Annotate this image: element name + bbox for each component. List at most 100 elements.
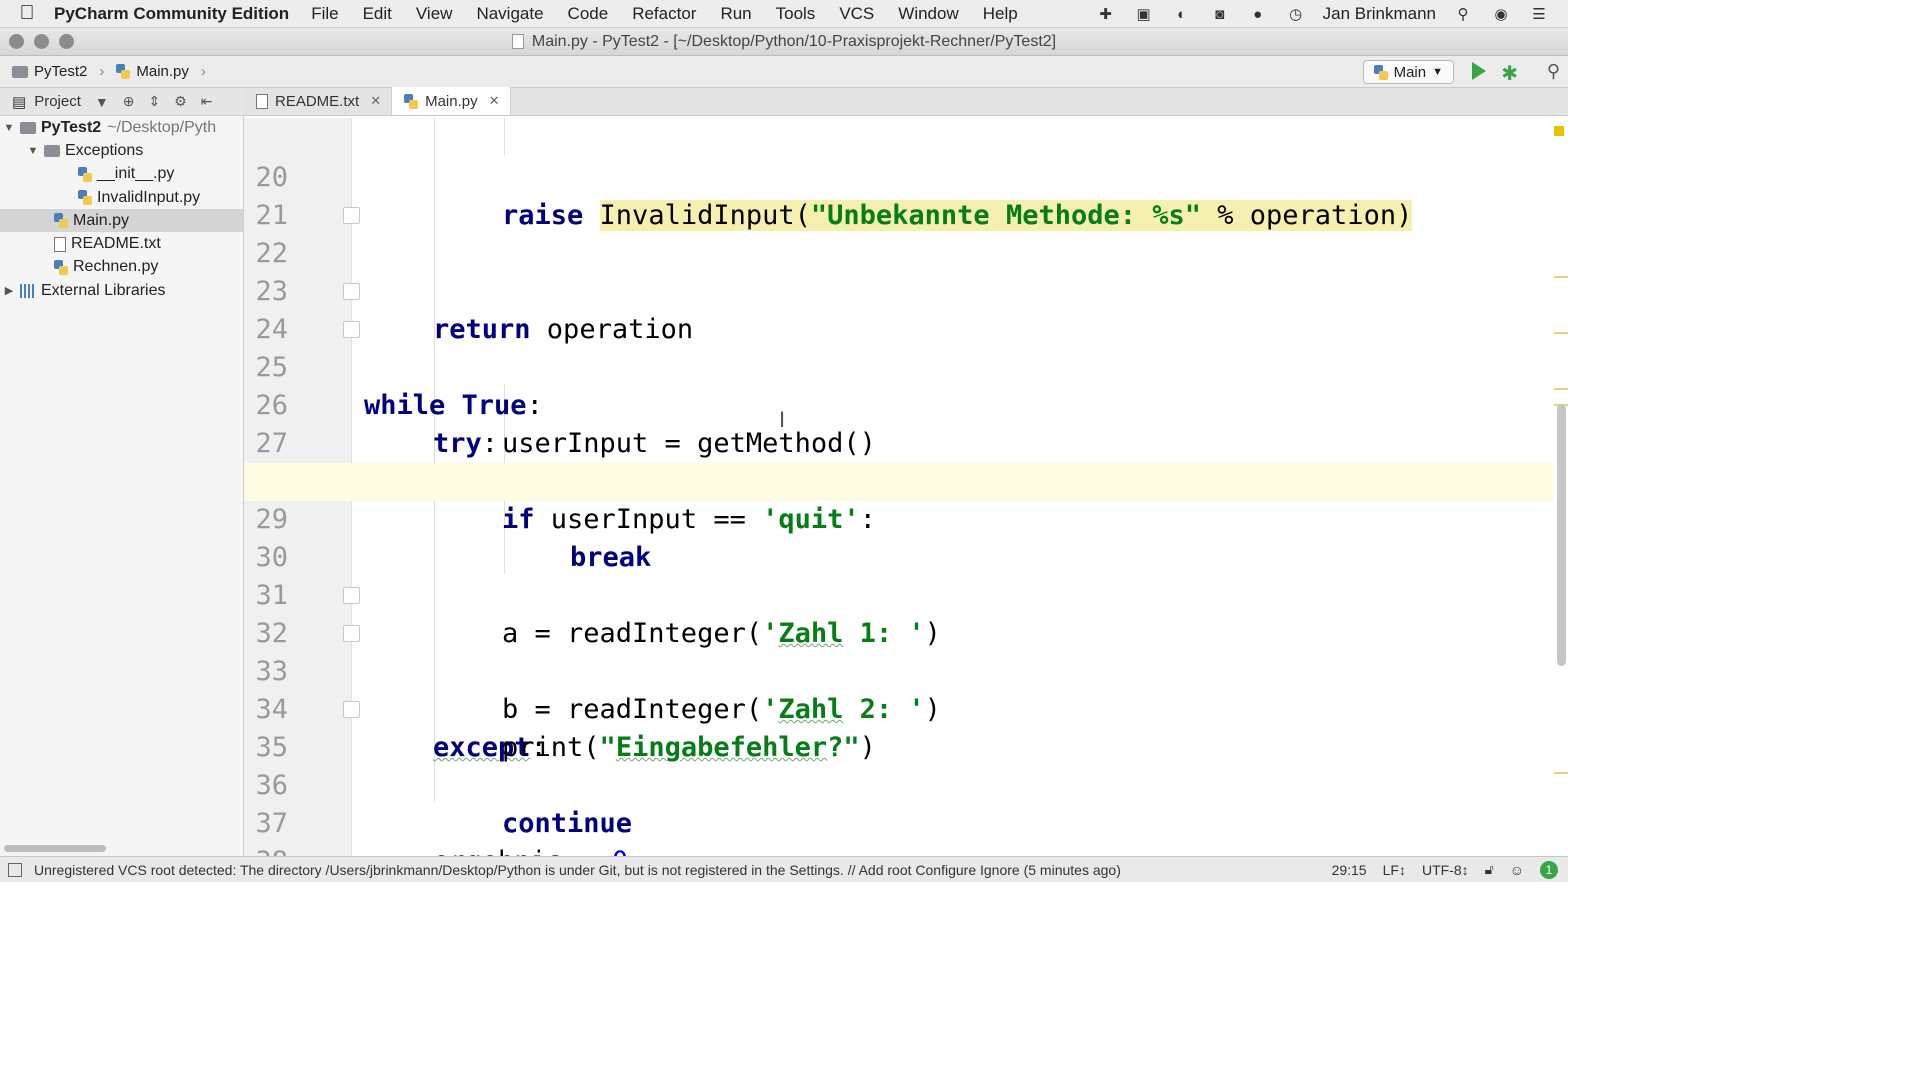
code-line: 32 b = readInteger('Zahl 2: ')	[244, 577, 1554, 725]
search-everywhere-icon[interactable]: ⚲	[1547, 61, 1560, 82]
menu-refactor[interactable]: Refactor	[632, 4, 696, 24]
fold-marker-icon[interactable]	[343, 625, 360, 642]
window-title: Main.py - PyTest2 - [~/Desktop/Python/10…	[531, 32, 1057, 50]
chevron-down-icon[interactable]: ▼	[95, 94, 109, 110]
menu-tools[interactable]: Tools	[776, 4, 816, 24]
python-file-icon	[404, 93, 419, 109]
minimize-window-button[interactable]	[34, 34, 49, 49]
tree-item-label: README.txt	[71, 235, 161, 253]
gear-icon[interactable]: ⚙	[174, 93, 187, 110]
macos-menu-bar:  PyCharm Community Edition File Edit Vi…	[0, 0, 1568, 28]
code-editor[interactable]: 20 raise InvalidInput("Unbekannte Method…	[244, 118, 1568, 856]
breadcrumb: PyTest2 › Main.py ›	[0, 63, 212, 80]
chevron-right-icon: ›	[200, 63, 206, 80]
run-configuration-select[interactable]: Main ▼	[1362, 60, 1454, 84]
tool-windows-toggle-icon[interactable]	[8, 862, 22, 877]
app-menu[interactable]: PyCharm Community Edition	[54, 4, 289, 24]
fold-marker-icon[interactable]	[343, 587, 360, 604]
siri-icon[interactable]: ◉	[1490, 5, 1512, 23]
run-configuration-label: Main	[1393, 63, 1427, 81]
puzzle-icon[interactable]: ✚	[1095, 5, 1117, 23]
fold-marker-icon[interactable]	[343, 207, 360, 224]
fold-marker-icon[interactable]	[343, 701, 360, 718]
fold-marker-icon[interactable]	[343, 283, 360, 300]
close-window-button[interactable]	[9, 34, 24, 49]
expand-arrow-icon[interactable]: ▶	[2, 284, 16, 297]
tree-item-rechnen-py[interactable]: Rechnen.py	[0, 256, 243, 279]
menu-help[interactable]: Help	[983, 4, 1018, 24]
hide-panel-icon[interactable]: ⇤	[201, 93, 213, 110]
status-message[interactable]: Unregistered VCS root detected: The dire…	[34, 862, 1332, 878]
project-view-icon: ▤	[12, 93, 27, 111]
menu-vcs[interactable]: VCS	[839, 4, 874, 24]
error-stripe[interactable]	[1554, 772, 1568, 774]
text-file-icon	[54, 236, 66, 252]
close-icon[interactable]: ✕	[370, 93, 381, 109]
tree-item-readme-txt[interactable]: README.txt	[0, 232, 243, 255]
tree-item-main-py[interactable]: Main.py	[0, 209, 243, 233]
leaf-icon[interactable]: ◐	[1171, 5, 1193, 23]
tree-item-path: ~/Desktop/Pyth	[107, 118, 217, 136]
spotlight-search-icon[interactable]: ⚲	[1452, 5, 1474, 23]
error-stripe[interactable]	[1554, 276, 1568, 278]
tree-item-init-py[interactable]: __init__.py	[0, 163, 243, 186]
breadcrumb-project[interactable]: PyTest2	[34, 63, 87, 80]
code-line: 24 while True:	[244, 273, 1554, 421]
locate-file-icon[interactable]: ⊕	[123, 93, 135, 110]
menu-window[interactable]: Window	[898, 4, 958, 24]
run-icon[interactable]	[1472, 62, 1486, 80]
notification-center-icon[interactable]: ☰	[1528, 5, 1550, 23]
zoom-window-button[interactable]	[59, 34, 74, 49]
tree-item-invalidinput-py[interactable]: InvalidInput.py	[0, 186, 243, 209]
close-icon[interactable]: ✕	[489, 93, 500, 109]
tab-label: Main.py	[425, 92, 478, 110]
menu-edit[interactable]: Edit	[363, 4, 392, 24]
library-icon	[20, 283, 36, 298]
debug-bug-icon[interactable]: ✱	[1501, 61, 1518, 86]
expand-arrow-icon[interactable]: ▼	[2, 122, 16, 134]
tree-item-label: InvalidInput.py	[97, 188, 201, 206]
time-machine-icon[interactable]: ◷	[1285, 5, 1307, 23]
python-file-icon	[116, 64, 131, 79]
tree-item-exceptions[interactable]: ▼ Exceptions	[0, 139, 243, 162]
error-stripe[interactable]	[1554, 388, 1568, 390]
menu-run[interactable]: Run	[720, 4, 751, 24]
inspector-icon[interactable]: ☺	[1510, 862, 1524, 878]
status-indicators: 29:15 LF↕ UTF-8↕ 🔓︎ ☺ 1	[1332, 860, 1568, 879]
breadcrumb-file[interactable]: Main.py	[136, 63, 189, 80]
line-separator[interactable]: LF↕	[1383, 862, 1406, 878]
menu-file[interactable]: File	[311, 4, 338, 24]
menu-code[interactable]: Code	[568, 4, 609, 24]
code-line: 28 if userInput == 'quit':	[244, 425, 1554, 535]
chat-icon[interactable]: ●	[1247, 5, 1269, 23]
code-line: 27	[244, 387, 1554, 459]
error-stripe[interactable]	[1554, 332, 1568, 334]
tree-item-pytest2[interactable]: ▼ PyTest2 ~/Desktop/Pyth	[0, 116, 243, 139]
screen-recorder-icon[interactable]: ▣	[1133, 5, 1155, 23]
horizontal-scrollbar[interactable]	[4, 845, 106, 852]
menu-view[interactable]: View	[416, 4, 453, 24]
code-line: 35 continue	[244, 691, 1554, 839]
menu-navigate[interactable]: Navigate	[476, 4, 543, 24]
warning-marker-icon[interactable]	[1554, 126, 1564, 136]
menu-bar-tray: ✚ ▣ ◐ ◙ ● ◷ Jan Brinkmann ⚲ ◉ ☰	[1095, 0, 1568, 28]
tree-item-external-libraries[interactable]: ▶ External Libraries	[0, 279, 243, 302]
tab-readme-txt[interactable]: README.txt ✕	[244, 87, 393, 115]
line-code: ergebnis = 0	[433, 843, 628, 856]
lock-icon[interactable]: 🔓︎	[1485, 861, 1494, 878]
fold-marker-icon[interactable]	[343, 321, 360, 338]
python-file-icon	[78, 166, 92, 182]
event-log-badge[interactable]: 1	[1540, 860, 1558, 879]
project-view-select[interactable]: Project	[34, 93, 81, 110]
camera-icon[interactable]: ◙	[1209, 5, 1231, 23]
tab-main-py[interactable]: Main.py ✕	[392, 87, 511, 115]
collapse-all-icon[interactable]: ⇕	[148, 93, 160, 110]
file-encoding[interactable]: UTF-8↕	[1422, 862, 1469, 878]
caret-position[interactable]: 29:15	[1332, 862, 1367, 878]
vertical-scrollbar[interactable]	[1557, 404, 1566, 666]
project-tree: ▼ PyTest2 ~/Desktop/Pyth ▼ Exceptions __…	[0, 116, 244, 856]
folder-icon	[44, 144, 60, 157]
expand-arrow-icon[interactable]: ▼	[26, 145, 40, 157]
apple-menu-icon[interactable]: 	[0, 2, 54, 25]
user-menu[interactable]: Jan Brinkmann	[1323, 4, 1436, 24]
